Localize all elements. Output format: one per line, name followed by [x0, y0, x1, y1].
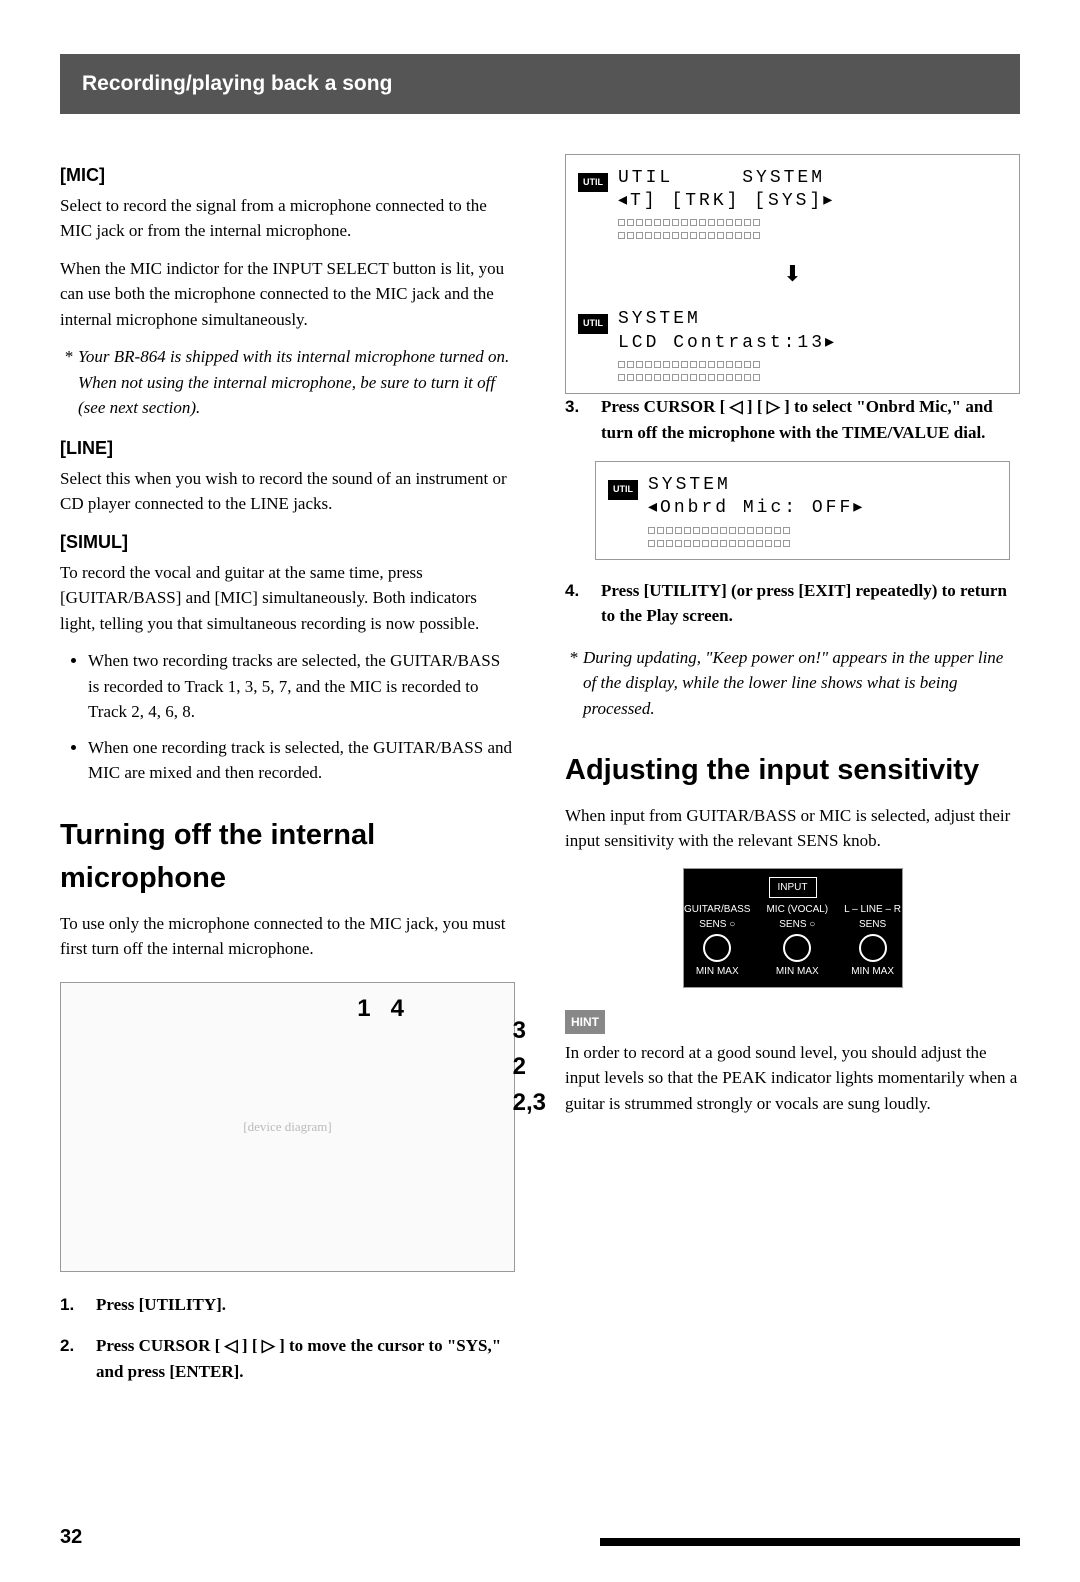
steps-list-left: 1. Press [UTILITY]. 2. Press CURSOR [ ◁ … [60, 1292, 515, 1385]
lcd3-grid [648, 527, 865, 534]
callout-23: 2,3 [513, 1085, 546, 1121]
util-badge-2: UTIL [578, 314, 608, 334]
lcd-figure-3: UTIL SYSTEM ◂Onbrd Mic: OFF▸ [595, 461, 1010, 560]
step-3: 3. Press CURSOR [ ◁ ] [ ▷ ] to select "O… [565, 394, 1020, 445]
lcd2-line2: LCD Contrast:13▸ [618, 332, 837, 355]
step-3-text: Press CURSOR [ ◁ ] [ ▷ ] to select "Onbr… [601, 394, 1020, 445]
left-column: [MIC] Select to record the signal from a… [60, 154, 515, 1401]
lcd1-line2: ◂T] [TRK] [SYS]▸ [618, 190, 835, 213]
device-placeholder: [device diagram] [243, 1117, 331, 1137]
panel-mic: MIC (VOCAL) [766, 902, 828, 917]
lcd-figure-1: UTIL UTIL SYSTEM ◂T] [TRK] [SYS]▸ [566, 155, 1019, 252]
callout-4: 4 [391, 995, 404, 1022]
line-heading: [LINE] [60, 435, 515, 462]
two-column-layout: [MIC] Select to record the signal from a… [0, 154, 1080, 1401]
mic-note: Your BR-864 is shipped with its internal… [60, 344, 515, 421]
lcd2-grid [618, 361, 837, 368]
step-4: 4. Press [UTILITY] (or press [EXIT] repe… [565, 578, 1020, 629]
step-2: 2. Press CURSOR [ ◁ ] [ ▷ ] to move the … [60, 1333, 515, 1384]
sens-panel-figure: INPUT GUITAR/BASS SENS ○ MIN MAX MIC (VO… [683, 868, 903, 988]
simul-heading: [SIMUL] [60, 529, 515, 556]
footer-bar [600, 1538, 1020, 1546]
page-number: 32 [60, 1522, 82, 1552]
down-arrow-icon: ⬇ [566, 251, 1019, 296]
knob-icon [859, 934, 887, 962]
panel-min3: MIN MAX [844, 964, 901, 979]
turnoff-p1: To use only the microphone connected to … [60, 911, 515, 962]
knob-icon [703, 934, 731, 962]
mic-heading: [MIC] [60, 162, 515, 189]
panel-min2: MIN MAX [766, 964, 828, 979]
section-header: Recording/playing back a song [60, 54, 1020, 114]
device-figure: [device diagram] 1 4 3 2 2,3 [60, 982, 515, 1272]
step-2-num: 2. [60, 1333, 84, 1384]
panel-min1: MIN MAX [684, 964, 751, 979]
line-p1: Select this when you wish to record the … [60, 466, 515, 517]
turnoff-heading: Turning off the internal microphone [60, 814, 515, 901]
step-1: 1. Press [UTILITY]. [60, 1292, 515, 1318]
simul-b1: When two recording tracks are selected, … [88, 648, 515, 725]
lcd3-line2: ◂Onbrd Mic: OFF▸ [648, 497, 865, 520]
callout-2: 2 [513, 1049, 546, 1085]
adjust-p1: When input from GUITAR/BASS or MIC is se… [565, 803, 1020, 854]
panel-guitar: GUITAR/BASS [684, 902, 751, 917]
right-column: UTIL UTIL SYSTEM ◂T] [TRK] [SYS]▸ ⬇ UTIL… [565, 154, 1020, 1401]
callout-1: 1 [357, 995, 370, 1022]
lcd1-grid2 [618, 232, 835, 239]
mic-p1: Select to record the signal from a micro… [60, 193, 515, 244]
lcd1-line1: UTIL SYSTEM [618, 167, 835, 190]
lcd3-line1: SYSTEM [648, 474, 865, 497]
right-note: During updating, "Keep power on!" appear… [565, 645, 1020, 722]
adjust-heading: Adjusting the input sensitivity [565, 749, 1020, 793]
step-3-num: 3. [565, 394, 589, 445]
util-badge: UTIL [578, 173, 608, 193]
figure-side-callouts: 3 2 2,3 [513, 1013, 546, 1121]
figure-top-callouts: 1 4 [357, 991, 404, 1027]
lcd1-grid [618, 219, 835, 226]
mic-p2: When the MIC indictor for the INPUT SELE… [60, 256, 515, 333]
step-4-text: Press [UTILITY] (or press [EXIT] repeate… [601, 578, 1020, 629]
panel-sens1: SENS ○ [684, 917, 751, 932]
util-badge-3: UTIL [608, 480, 638, 500]
step-4-num: 4. [565, 578, 589, 629]
panel-sens2: SENS ○ [766, 917, 828, 932]
simul-b2: When one recording track is selected, th… [88, 735, 515, 786]
hint-text: In order to record at a good sound level… [565, 1040, 1020, 1117]
lcd2-line1: SYSTEM [618, 308, 837, 331]
hint-badge: HINT [565, 1010, 605, 1034]
lcd3-grid2 [648, 540, 865, 547]
panel-title: INPUT [769, 877, 817, 898]
panel-sens3: SENS [844, 917, 901, 932]
lcd2-grid2 [618, 374, 837, 381]
knob-icon [783, 934, 811, 962]
callout-3: 3 [513, 1013, 546, 1049]
steps-list-right: 3. Press CURSOR [ ◁ ] [ ▷ ] to select "O… [565, 394, 1020, 445]
simul-bullets: When two recording tracks are selected, … [60, 648, 515, 786]
lcd-figure-2: UTIL SYSTEM LCD Contrast:13▸ [566, 296, 1019, 393]
simul-p1: To record the vocal and guitar at the sa… [60, 560, 515, 637]
steps-list-right-2: 4. Press [UTILITY] (or press [EXIT] repe… [565, 578, 1020, 629]
panel-line: L – LINE – R [844, 902, 901, 917]
lcd-stack: UTIL UTIL SYSTEM ◂T] [TRK] [SYS]▸ ⬇ UTIL… [565, 154, 1020, 395]
step-1-num: 1. [60, 1292, 84, 1318]
step-1-text: Press [UTILITY]. [96, 1292, 226, 1318]
step-2-text: Press CURSOR [ ◁ ] [ ▷ ] to move the cur… [96, 1333, 515, 1384]
